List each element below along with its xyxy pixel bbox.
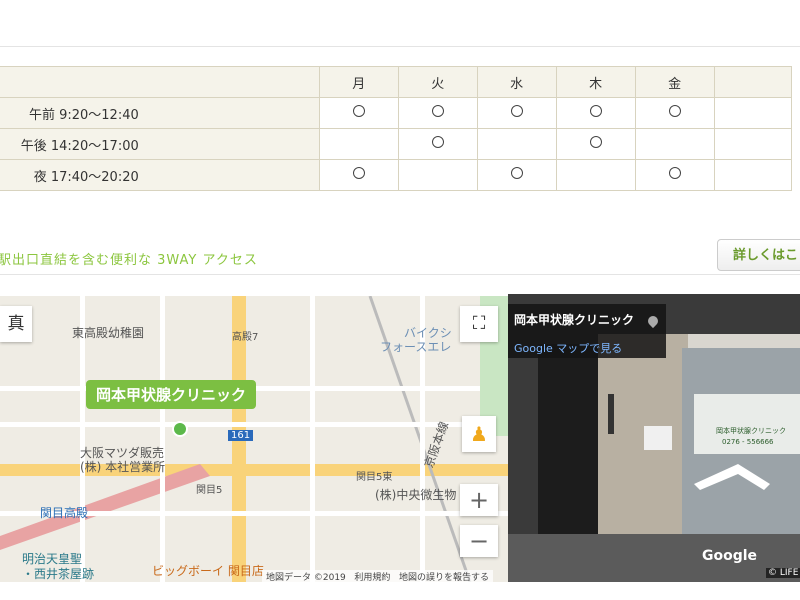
top-divider [0, 46, 800, 47]
schedule-table: 月 火 水 木 金 午前 9:20〜12:40 午後 14:20〜17:00 夜… [0, 66, 793, 191]
pin-icon [645, 313, 661, 329]
map-footer: 地図データ ©2019 利用規約 地図の誤りを報告する [262, 570, 493, 582]
time-label: 夜 17:40〜20:20 [0, 159, 320, 191]
day-header: 木 [555, 66, 636, 98]
cell [318, 128, 399, 160]
fullscreen-button[interactable]: ⛶ [460, 306, 498, 342]
open-mark [668, 105, 681, 117]
zoom-in-button[interactable]: + [460, 484, 498, 516]
cell [713, 159, 793, 191]
map-place-label: ・西井茶屋跡 [22, 567, 95, 581]
cell [634, 128, 715, 160]
cell [634, 159, 715, 191]
open-mark [431, 105, 444, 117]
street-view-title: 岡本甲状腺クリニック [514, 313, 635, 327]
copyright: © LIFE [766, 568, 800, 578]
map-place-label: 高殿7 [232, 332, 259, 343]
cell [634, 97, 715, 129]
schedule-row-morning: 午前 9:20〜12:40 [0, 97, 793, 129]
photo-toggle-button[interactable]: 真 [0, 306, 32, 342]
terms-link[interactable]: 利用規約 [354, 573, 390, 582]
cell [476, 159, 557, 191]
schedule-row-afternoon: 午後 14:20〜17:00 [0, 128, 793, 160]
cell [318, 97, 399, 129]
zoom-in-label: + [468, 486, 490, 514]
open-mark [352, 105, 365, 117]
day-header: 火 [397, 66, 478, 98]
cell [555, 128, 636, 160]
map-place-label: フォースエレ [380, 340, 452, 354]
map-place-label: 関目5東 [356, 472, 393, 483]
map-place-label: (株) 本社営業所 [80, 460, 166, 474]
map-place-label: 161 [228, 430, 254, 441]
map-panel[interactable]: 真 ⛶ ♟ + − 岡本甲状腺クリニック 東高殿幼稚園 バイクシ フォースエレ … [0, 296, 508, 582]
pegman-icon[interactable]: ♟ [462, 416, 496, 452]
open-mark [510, 167, 523, 179]
google-watermark: Google [702, 548, 758, 564]
open-mark [668, 167, 681, 179]
photo-toggle-label: 真 [7, 314, 25, 334]
cell [476, 128, 557, 160]
time-label: 午前 9:20〜12:40 [0, 97, 320, 129]
cell [397, 159, 478, 191]
door-sign-text: 岡本甲状腺クリニック [716, 427, 786, 435]
clinic-pin-label[interactable]: 岡本甲状腺クリニック [86, 380, 257, 409]
cell [555, 159, 636, 191]
cell [713, 97, 793, 129]
map-place-label: 東高殿幼稚園 [72, 326, 145, 340]
access-heading: 駅出口直結を含む便利な 3WAY アクセス [0, 253, 258, 268]
open-in-maps-link[interactable]: Google マップで見る [514, 340, 622, 356]
zoom-out-button[interactable]: − [460, 525, 498, 557]
zoom-out-label: − [468, 527, 490, 555]
schedule-corner [0, 66, 320, 98]
day-header: 金 [634, 66, 715, 98]
report-error-link[interactable]: 地図の誤りを報告する [399, 573, 489, 582]
details-button[interactable]: 詳しくはこ [717, 239, 800, 271]
time-label: 午後 14:20〜17:00 [0, 128, 320, 160]
schedule-header-row: 月 火 水 木 金 [0, 66, 793, 98]
cell [318, 159, 399, 191]
cell [476, 97, 557, 129]
day-header: 月 [318, 66, 399, 98]
open-mark [589, 105, 602, 117]
open-mark [352, 167, 365, 179]
schedule-row-evening: 夜 17:40〜20:20 [0, 159, 793, 191]
door-sign-phone: 0276 - 556666 [722, 438, 774, 446]
cell [397, 128, 478, 160]
day-header: 水 [476, 66, 557, 98]
cell [713, 128, 793, 160]
map-place-label: 関目高殿 [40, 506, 89, 520]
cell [397, 97, 478, 129]
access-divider [0, 274, 800, 275]
map-place-label: (株)中央微生物 [375, 488, 457, 502]
open-mark [431, 136, 444, 148]
street-view-info-card: 岡本甲状腺クリニック Google マップで見る [508, 304, 666, 358]
open-mark [589, 136, 602, 148]
map-place-label: 関目5 [196, 485, 223, 496]
map-data-credit: 地図データ ©2019 [266, 573, 346, 582]
map-place-label: ビッグボーイ 関目店 [152, 564, 264, 578]
day-header-cut [713, 66, 793, 98]
open-mark [510, 105, 523, 117]
cell [555, 97, 636, 129]
